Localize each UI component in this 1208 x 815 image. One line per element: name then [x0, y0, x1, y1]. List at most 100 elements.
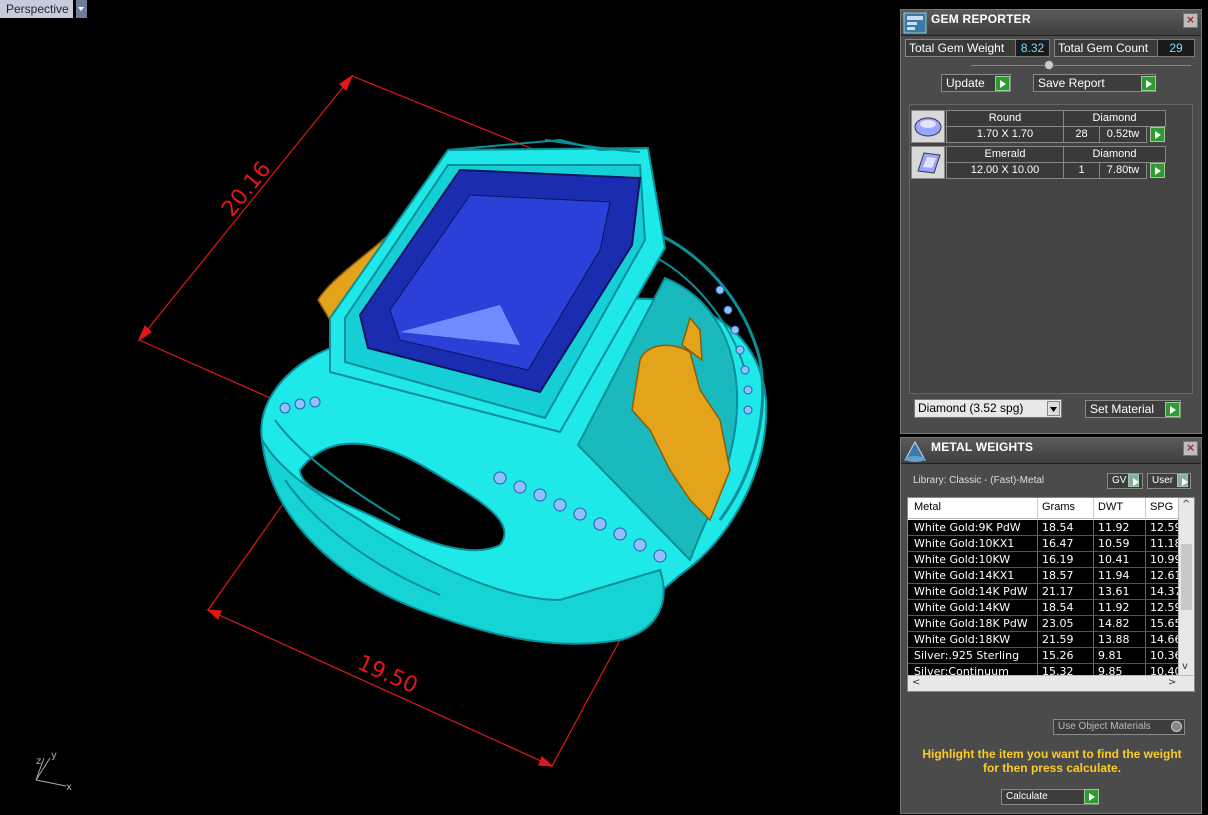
- gem-count: 1: [1063, 162, 1100, 179]
- metal-table-row[interactable]: White Gold:18KW 21.59 13.88 14.66: [908, 632, 1182, 648]
- metal-cell-metal: White Gold:9K PdW: [914, 521, 1021, 534]
- close-icon[interactable]: ×: [1183, 441, 1198, 456]
- metal-cell-metal: White Gold:14KW: [914, 601, 1011, 614]
- round-gem-icon[interactable]: [911, 110, 945, 143]
- gem-reporter-panel: GEM REPORTER × Total Gem Weight 8.32 Tot…: [900, 9, 1202, 434]
- metal-cell-dwt: 10.59: [1098, 537, 1130, 550]
- metal-cell-grams: 15.26: [1042, 649, 1074, 662]
- viewport-name-tab[interactable]: Perspective: [0, 0, 73, 18]
- viewport-perspective[interactable]: 20.16 19.50 z y x Perspective: [0, 0, 900, 815]
- axis-y-label: y: [51, 750, 57, 761]
- column-header-spg[interactable]: SPG: [1150, 501, 1173, 513]
- metal-cell-grams: 18.54: [1042, 521, 1074, 534]
- metal-cell-grams: 18.54: [1042, 601, 1074, 614]
- total-gem-weight-label: Total Gem Weight: [905, 39, 1016, 57]
- gem-weight: 0.52tw: [1099, 126, 1147, 143]
- metal-table-row[interactable]: White Gold:14KX1 18.57 11.94 12.61: [908, 568, 1182, 584]
- set-material-go-icon[interactable]: [1165, 402, 1180, 417]
- metal-cell-grams: 18.57: [1042, 569, 1074, 582]
- gem-list[interactable]: Round Diamond 1.70 X 1.70 28 0.52tw Emer…: [909, 104, 1193, 394]
- metal-cell-dwt: 10.41: [1098, 553, 1130, 566]
- gv-button-label: GV: [1112, 475, 1127, 486]
- gem-shape: Emerald: [946, 146, 1064, 163]
- metal-cell-dwt: 14.82: [1098, 617, 1130, 630]
- metal-weights-titlebar[interactable]: METAL WEIGHTS ×: [901, 438, 1201, 464]
- user-toggle-icon[interactable]: [1177, 474, 1188, 487]
- material-select[interactable]: Diamond (3.52 spg): [914, 399, 1062, 418]
- gem-weight: 7.80tw: [1099, 162, 1147, 179]
- close-icon[interactable]: ×: [1183, 13, 1198, 28]
- save-report-button-label: Save Report: [1038, 76, 1105, 90]
- metal-table-row[interactable]: White Gold:14K PdW 21.17 13.61 14.37: [908, 584, 1182, 600]
- metal-weights-icon: [904, 440, 926, 462]
- total-gem-count-label: Total Gem Count: [1054, 39, 1158, 57]
- scroll-up-icon[interactable]: ^: [1182, 498, 1190, 512]
- scroll-right-icon[interactable]: >: [1168, 676, 1176, 690]
- hint-line-1: Highlight the item you want to find the …: [922, 747, 1182, 761]
- metal-cell-metal: White Gold:18KW: [914, 633, 1011, 646]
- save-report-button[interactable]: Save Report: [1033, 74, 1156, 92]
- hint-line-2: for then press calculate.: [982, 761, 1122, 775]
- metal-cell-metal: White Gold:18K PdW: [914, 617, 1028, 630]
- material-select-value: Diamond (3.52 spg): [918, 401, 1024, 415]
- gv-toggle-icon[interactable]: [1128, 474, 1139, 487]
- total-gem-count-value: 29: [1157, 39, 1195, 57]
- metal-cell-metal: Silver:.925 Sterling: [914, 649, 1020, 662]
- metal-table-row[interactable]: Silver:.925 Sterling 15.26 9.81 10.36: [908, 648, 1182, 664]
- gem-row-go-icon[interactable]: [1150, 127, 1165, 142]
- metal-table-row[interactable]: White Gold:18K PdW 23.05 14.82 15.65: [908, 616, 1182, 632]
- vertical-scrollbar[interactable]: ^ v: [1178, 498, 1194, 676]
- gem-material: Diamond: [1063, 110, 1166, 127]
- metal-cell-metal: White Gold:10KW: [914, 553, 1011, 566]
- column-header-grams[interactable]: Grams: [1042, 501, 1075, 513]
- gem-material: Diamond: [1063, 146, 1166, 163]
- update-go-icon[interactable]: [995, 76, 1010, 91]
- splitter-handle[interactable]: [1044, 60, 1054, 70]
- axis-z-label: z: [36, 756, 41, 767]
- metal-cell-grams: 16.47: [1042, 537, 1074, 550]
- metal-table-header: Metal Grams DWT SPG: [908, 498, 1178, 519]
- axis-x-label: x: [66, 782, 72, 793]
- use-object-materials-label: Use Object Materials: [1058, 721, 1151, 732]
- metal-cell-dwt: 13.61: [1098, 585, 1130, 598]
- column-header-metal[interactable]: Metal: [914, 501, 941, 513]
- use-object-materials-toggle-icon[interactable]: [1171, 721, 1182, 732]
- gem-size: 1.70 X 1.70: [946, 126, 1064, 143]
- column-header-dwt[interactable]: DWT: [1098, 501, 1123, 513]
- total-gem-weight-value: 8.32: [1015, 39, 1050, 57]
- scrollbar-thumb[interactable]: [1181, 544, 1192, 610]
- metal-cell-metal: White Gold:14K PdW: [914, 585, 1028, 598]
- metal-cell-metal: White Gold:14KX1: [914, 569, 1015, 582]
- chevron-down-icon[interactable]: [1047, 401, 1060, 416]
- metal-table-row[interactable]: White Gold:10KW 16.19 10.41 10.99: [908, 552, 1182, 568]
- emerald-gem-icon[interactable]: [911, 146, 945, 179]
- gem-reporter-title: GEM REPORTER: [931, 12, 1031, 26]
- metal-table[interactable]: Metal Grams DWT SPG White Gold:9K PdW 18.…: [907, 497, 1195, 692]
- scroll-down-icon[interactable]: v: [1182, 660, 1188, 674]
- metal-cell-grams: 21.59: [1042, 633, 1074, 646]
- metal-table-row[interactable]: White Gold:9K PdW 18.54 11.92 12.59: [908, 520, 1182, 536]
- metal-table-row[interactable]: White Gold:10KX1 16.47 10.59 11.18: [908, 536, 1182, 552]
- library-label: Library: Classic - (Fast)-Metal: [913, 475, 1045, 486]
- update-button-label: Update: [946, 76, 985, 90]
- ring-model-render[interactable]: 20.16 19.50 z y x: [0, 0, 900, 815]
- metal-cell-grams: 23.05: [1042, 617, 1074, 630]
- metal-cell-dwt: 11.92: [1098, 521, 1130, 534]
- gem-reporter-titlebar[interactable]: GEM REPORTER ×: [901, 10, 1201, 36]
- horizontal-scrollbar[interactable]: < >: [908, 675, 1194, 691]
- gem-count: 28: [1063, 126, 1100, 143]
- gem-row-go-icon[interactable]: [1150, 163, 1165, 178]
- use-object-materials-button[interactable]: Use Object Materials: [1053, 719, 1185, 735]
- user-button-label: User: [1152, 475, 1174, 486]
- metal-cell-dwt: 13.88: [1098, 633, 1130, 646]
- viewport-menu-dropdown[interactable]: [76, 0, 87, 18]
- set-material-button-label: Set Material: [1090, 402, 1155, 416]
- calculate-go-icon[interactable]: [1084, 789, 1099, 804]
- metal-table-row[interactable]: White Gold:14KW 18.54 11.92 12.59: [908, 600, 1182, 616]
- save-report-go-icon[interactable]: [1141, 76, 1156, 91]
- gem-reporter-icon: [903, 12, 927, 34]
- metal-cell-grams: 16.19: [1042, 553, 1074, 566]
- splitter-line: [971, 65, 1191, 66]
- metal-cell-dwt: 9.81: [1098, 649, 1123, 662]
- scroll-left-icon[interactable]: <: [912, 676, 920, 690]
